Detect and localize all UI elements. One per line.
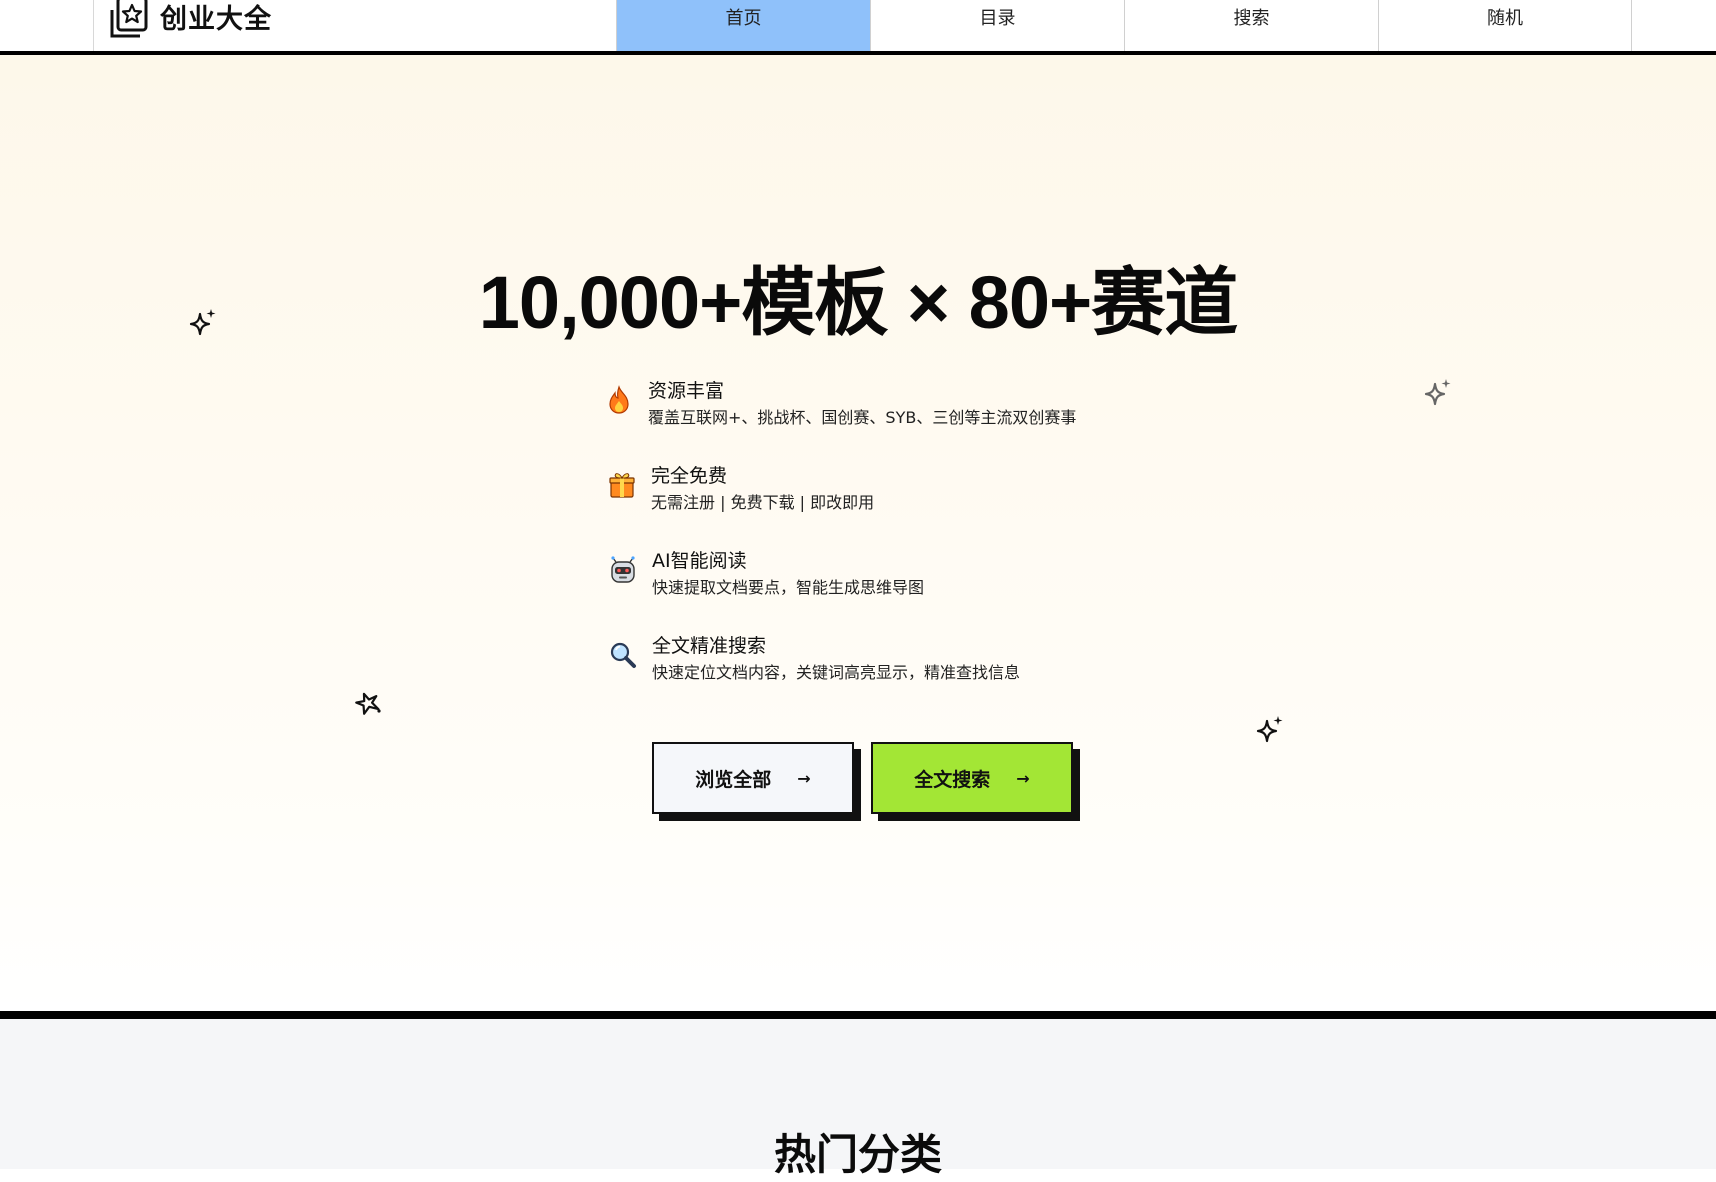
top-navbar: 创业大全 首页 目录 搜索 随机: [0, 0, 1716, 55]
nav-item-search[interactable]: 搜索: [1124, 0, 1378, 51]
sparkle-icon: [355, 692, 381, 715]
feature-item: AI智能阅读 快速提取文档要点，智能生成思维导图: [608, 546, 1168, 606]
feature-item: 完全免费 无需注册 | 免费下载 | 即改即用: [607, 461, 1167, 521]
feature-title: 完全免费: [651, 465, 728, 487]
feature-desc: 无需注册 | 免费下载 | 即改即用: [651, 493, 875, 512]
hero-title: 10,000+模板 × 80+赛道: [478, 261, 1238, 344]
hero-section: 10,000+模板 × 80+赛道 资源丰富 覆盖互联网+、挑战杯、国创赛、SY…: [0, 55, 1716, 1011]
feature-desc: 快速定位文档内容，关键词高亮显示，精准查找信息: [652, 663, 1021, 682]
nav-item-home[interactable]: 首页: [616, 0, 870, 51]
magnifier-icon: [610, 642, 636, 668]
feature-title: AI智能阅读: [652, 550, 747, 572]
nav-item-catalog[interactable]: 目录: [870, 0, 1124, 51]
arrow-right-icon: →: [1016, 768, 1030, 788]
fulltext-search-label: 全文搜索: [914, 768, 991, 791]
brand-name: 创业大全: [160, 3, 272, 35]
browse-all-button[interactable]: 浏览全部 →: [652, 742, 854, 814]
feature-desc: 覆盖互联网+、挑战杯、国创赛、SYB、三创等主流双创赛事: [648, 408, 1077, 427]
feature-item: 全文精准搜索 快速定位文档内容，关键词高亮显示，精准查找信息: [608, 631, 1168, 691]
section-title: 热门分类: [773, 1131, 942, 1178]
main-nav: 首页 目录 搜索 随机: [616, 0, 1632, 51]
robot-icon: [611, 556, 635, 583]
navbar-divider-left: [93, 0, 94, 51]
browse-all-label: 浏览全部: [695, 768, 772, 791]
section-divider: [0, 1011, 1716, 1019]
feature-title: 资源丰富: [648, 380, 725, 402]
fire-icon: [609, 385, 629, 414]
sparkle-icon: [1424, 379, 1451, 406]
sparkle-icon: [1256, 716, 1283, 743]
sparkle-icon: [189, 309, 216, 336]
brand-logo[interactable]: 创业大全: [108, 0, 272, 40]
feature-item: 资源丰富 覆盖互联网+、挑战杯、国创赛、SYB、三创等主流双创赛事: [604, 376, 1164, 436]
arrow-right-icon: →: [797, 768, 811, 788]
popular-categories-section: 热门分类: [0, 1019, 1716, 1178]
star-docs-logo-icon: [110, 0, 148, 38]
fulltext-search-button[interactable]: 全文搜索 →: [871, 742, 1073, 814]
feature-desc: 快速提取文档要点，智能生成思维导图: [652, 578, 925, 597]
feature-title: 全文精准搜索: [652, 635, 767, 657]
gift-icon: [609, 473, 635, 498]
nav-item-random[interactable]: 随机: [1378, 0, 1632, 51]
